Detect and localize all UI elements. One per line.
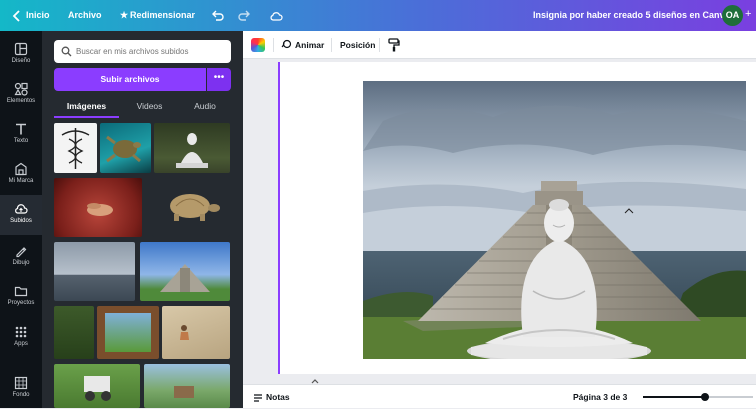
rail-item-apps[interactable]: Apps xyxy=(0,318,42,358)
active-tab-indicator xyxy=(54,116,119,118)
rail-item-elements[interactable]: Elementos xyxy=(0,75,42,115)
position-button[interactable]: Posición xyxy=(340,31,375,59)
rail-item-uploads[interactable]: Subidos xyxy=(0,195,42,235)
cloud-sync-icon[interactable] xyxy=(269,9,283,23)
thumbnail-sea-turtle[interactable] xyxy=(100,123,151,173)
rail-item-draw[interactable]: Dibujo xyxy=(0,237,42,277)
thumbnail-beach-child[interactable] xyxy=(162,306,230,359)
search-box[interactable] xyxy=(54,40,231,63)
rail-label: Mi Marca xyxy=(8,178,34,184)
search-icon xyxy=(61,46,72,57)
cloud-upload-icon xyxy=(15,204,28,214)
tab-audio[interactable]: Audio xyxy=(180,97,230,115)
badge-text[interactable]: Insignia por haber creado 5 diseños en C… xyxy=(533,0,730,31)
resize-button[interactable]: Redimensionar xyxy=(130,0,195,31)
thumbnail-buddha-statue[interactable] xyxy=(154,123,230,173)
thumbnail-window-view[interactable] xyxy=(97,306,159,359)
paint-roller-icon[interactable] xyxy=(388,38,400,52)
toolbar-divider xyxy=(331,38,332,52)
thumbnail-playground[interactable] xyxy=(54,364,140,408)
thumbnail-forest[interactable] xyxy=(54,306,94,359)
design-photo[interactable] xyxy=(363,81,746,359)
rail-item-text[interactable]: Texto xyxy=(0,115,42,155)
bottom-bar: Notas Página 3 de 3 xyxy=(243,384,756,408)
notes-icon xyxy=(254,394,262,402)
text-icon xyxy=(16,123,26,135)
thumbnail-tortoise[interactable] xyxy=(152,178,230,237)
rail-label: Proyectos xyxy=(7,300,35,306)
rail-item-background[interactable]: Fondo xyxy=(0,369,42,409)
rail-label: Subidos xyxy=(10,218,32,224)
rail-label: Diseño xyxy=(11,58,31,64)
home-button[interactable]: Inicio xyxy=(26,0,50,31)
page-selection-indicator xyxy=(278,62,280,374)
apps-grid-icon xyxy=(15,326,27,338)
rail-label: Texto xyxy=(13,138,29,144)
top-bar: Inicio Archivo ★ Redimensionar Insignia … xyxy=(0,0,756,31)
uploads-panel: Subir archivos ••• Imágenes Videos Audio xyxy=(42,31,243,408)
thumbnail-monk-hands[interactable] xyxy=(54,178,142,237)
rail-label: Elementos xyxy=(6,98,36,104)
zoom-slider-knob[interactable] xyxy=(700,393,709,401)
rail-item-design[interactable]: Diseño xyxy=(0,35,42,75)
thumbnail-sea-sky[interactable] xyxy=(54,242,135,301)
zoom-slider[interactable] xyxy=(643,393,753,401)
thumbnail-park[interactable] xyxy=(144,364,230,408)
toolbar-divider xyxy=(273,38,274,52)
add-member-icon[interactable]: + xyxy=(745,8,751,20)
design-page[interactable] xyxy=(278,62,756,374)
rail-label: Dibujo xyxy=(12,260,30,266)
zoom-slider-fill xyxy=(643,396,705,398)
side-rail: Diseño Elementos Texto Mi Marca Subidos … xyxy=(0,31,42,408)
thumbnail-pyramid[interactable] xyxy=(140,242,230,301)
rail-label: Apps xyxy=(14,341,28,347)
folder-icon xyxy=(14,286,28,297)
tab-images[interactable]: Imágenes xyxy=(54,97,119,115)
undo-icon[interactable] xyxy=(210,9,224,23)
search-input[interactable] xyxy=(76,42,226,61)
canvas-area xyxy=(243,59,756,384)
shapes-icon xyxy=(14,82,28,96)
animate-button[interactable]: Animar xyxy=(295,31,324,59)
upload-files-button[interactable]: Subir archivos xyxy=(54,68,206,91)
animate-icon xyxy=(281,39,292,49)
rail-item-projects[interactable]: Proyectos xyxy=(0,277,42,317)
background-icon xyxy=(14,376,28,390)
page-indicator[interactable]: Página 3 de 3 xyxy=(573,385,627,409)
tab-videos[interactable]: Videos xyxy=(122,97,177,115)
context-toolbar: Animar Posición xyxy=(243,31,756,59)
notes-label: Notas xyxy=(266,392,290,402)
pen-icon xyxy=(16,247,27,258)
toolbar-divider xyxy=(379,38,380,52)
file-menu[interactable]: Archivo xyxy=(68,0,102,31)
rail-label: Fondo xyxy=(12,392,30,398)
brand-icon xyxy=(15,162,27,176)
avatar[interactable]: OA xyxy=(722,5,743,26)
thumbnail-caduceus[interactable] xyxy=(54,123,97,173)
redo-icon[interactable] xyxy=(238,9,252,23)
resize-icon: ★ xyxy=(120,10,129,20)
chevron-left-icon[interactable] xyxy=(10,9,24,23)
color-picker-button[interactable] xyxy=(251,38,265,52)
rail-item-brand[interactable]: Mi Marca xyxy=(0,155,42,195)
layout-icon xyxy=(14,42,28,56)
more-options-button[interactable]: ••• xyxy=(207,68,231,91)
notes-button[interactable]: Notas xyxy=(253,385,290,409)
